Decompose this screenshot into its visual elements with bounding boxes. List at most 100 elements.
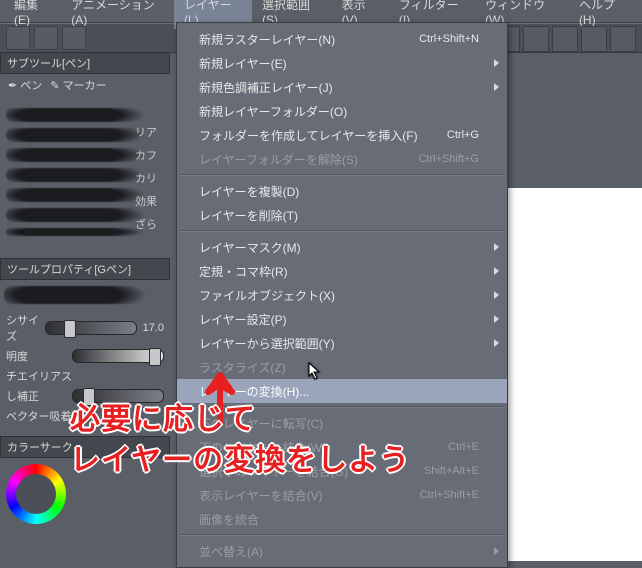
menu-separator (179, 406, 505, 408)
antialias-option[interactable] (112, 368, 128, 384)
size-slider[interactable] (45, 321, 137, 335)
menu-item-label: 新規ラスターレイヤー(N) (199, 31, 335, 48)
tab-pen[interactable]: ✒ ペン (8, 77, 42, 93)
menu-item[interactable]: 新規ラスターレイヤー(N)Ctrl+Shift+N (177, 27, 507, 51)
antialias-option[interactable] (94, 368, 110, 384)
menu-item-label: ファイルオブジェクト(X) (199, 287, 335, 304)
prop-label: チエイリアス (6, 368, 72, 384)
menu-item-label: レイヤーの変換(H)... (199, 383, 309, 400)
brush-name-fragment: カリ (135, 166, 175, 189)
menu-shortcut: Ctrl+G (447, 129, 479, 141)
menu-item[interactable]: レイヤーの変換(H)... (177, 379, 507, 403)
menu-item[interactable]: 新規レイヤー(E) (177, 51, 507, 75)
menu-item: レイヤーフォルダーを解除(S) Ctrl+Shift+G (177, 147, 507, 171)
prop-row-brightness: 明度 (0, 346, 170, 366)
menu-item-label: 新規色調補正レイヤー(J) (199, 79, 333, 96)
menu-separator (179, 174, 505, 176)
menu-item-label: レイヤーフォルダーを解除(S) (199, 151, 358, 168)
brush-size-preview (4, 286, 166, 304)
menu-item[interactable]: ファイルオブジェクト(X) (177, 283, 507, 307)
menu-item-label: フォルダーを作成してレイヤーを挿入(F) (199, 127, 418, 144)
menu-item-label: 選択中のレイヤーを結合(G) (199, 463, 348, 480)
menu-bar: 編集(E)アニメーション(A)レイヤー(L)選択範囲(S)表示(V)フィルター(… (0, 0, 642, 23)
menu-item[interactable]: レイヤー設定(P) (177, 307, 507, 331)
tool-property-title: ツールプロパティ[Gペン] (0, 258, 170, 280)
menu-shortcut: Ctrl+E (448, 441, 479, 453)
tab-marker[interactable]: ✎ マーカー (50, 77, 106, 93)
brush-name-fragment: ざら (135, 212, 175, 235)
prop-label: し補正 (6, 388, 39, 404)
stabilize-slider[interactable] (72, 389, 164, 403)
brush-name-fragment: 効果 (135, 189, 175, 212)
menu-item-label: レイヤーを削除(T) (199, 207, 298, 224)
menu-item[interactable]: 定規・コマ枠(R) (177, 259, 507, 283)
menu-separator (179, 230, 505, 232)
menu-item-label: 下のレイヤーと結合(W) (199, 439, 326, 456)
submenu-arrow-icon (494, 339, 499, 347)
menu-item[interactable]: ヘルプ(H) (569, 0, 638, 29)
color-wheel[interactable] (6, 464, 66, 524)
menu-item[interactable]: フォルダーを作成してレイヤーを挿入(F) Ctrl+G (177, 123, 507, 147)
brush-name-fragment: リア (135, 120, 175, 143)
layer-menu-dropdown: 新規ラスターレイヤー(N)Ctrl+Shift+N新規レイヤー(E) 新規色調補正… (176, 22, 508, 568)
subtool-tabs: ✒ ペン ✎ マーカー (0, 74, 170, 96)
menu-item: 選択中のレイヤーを結合(G) Shift+Alt+E (177, 459, 507, 483)
prop-row-stabilize: し補正 (0, 386, 170, 406)
subtool-panel-title: サブツール[ペン] (0, 52, 170, 74)
menu-item: 画像を統合 (177, 507, 507, 531)
prop-row-size: シサイズ 17.0 (0, 310, 170, 346)
menu-item[interactable]: 新規色調補正レイヤー(J) (177, 75, 507, 99)
menu-item[interactable]: アニメーション(A) (61, 0, 174, 29)
prop-label: 明度 (6, 348, 28, 364)
menu-item[interactable]: 新規レイヤーフォルダー(O) (177, 99, 507, 123)
prop-row-antialias: チエイリアス (0, 366, 170, 386)
menu-item-label: 画像を統合 (199, 511, 259, 528)
menu-item: 並べ替え(A) (177, 539, 507, 563)
submenu-arrow-icon (494, 547, 499, 555)
submenu-arrow-icon (494, 291, 499, 299)
toolbar-button[interactable] (62, 26, 86, 50)
menu-item-label: 下のレイヤーに転写(C) (199, 415, 323, 432)
menu-item-label: 定規・コマ枠(R) (199, 263, 288, 280)
menu-item-label: レイヤーマスク(M) (199, 239, 301, 256)
menu-item-label: レイヤーを複製(D) (199, 183, 299, 200)
menu-shortcut: Shift+Alt+E (424, 465, 479, 477)
menu-item[interactable]: レイヤーから選択範囲(Y) (177, 331, 507, 355)
toolbar-button[interactable] (523, 26, 549, 52)
menu-item-label: 並べ替え(A) (199, 543, 263, 560)
menu-item: ラスタライズ(Z) (177, 355, 507, 379)
toolbar-button[interactable] (34, 26, 58, 50)
toolbar-button[interactable] (552, 26, 578, 52)
brightness-slider[interactable] (72, 349, 164, 363)
antialias-option[interactable] (148, 368, 164, 384)
prop-label: ベクター吸着 (6, 408, 72, 424)
submenu-arrow-icon (494, 243, 499, 251)
menu-item-label: 表示レイヤーを結合(V) (199, 487, 323, 504)
menu-item-label: 新規レイヤーフォルダー(O) (199, 103, 347, 120)
menu-item-label: レイヤーから選択範囲(Y) (199, 335, 335, 352)
toolbar-button[interactable] (6, 26, 30, 50)
menu-item-label: レイヤー設定(P) (199, 311, 287, 328)
menu-item[interactable]: レイヤーを複製(D) (177, 179, 507, 203)
menu-item[interactable]: レイヤーを削除(T) (177, 203, 507, 227)
submenu-arrow-icon (494, 315, 499, 323)
menu-shortcut: Ctrl+Shift+E (420, 489, 479, 501)
menu-separator (179, 534, 505, 536)
prop-label: シサイズ (6, 312, 45, 344)
submenu-arrow-icon (494, 267, 499, 275)
menu-item-label: ラスタライズ(Z) (199, 359, 286, 376)
toolbar-right-group (494, 26, 636, 52)
size-value: 17.0 (143, 322, 164, 334)
menu-item[interactable]: 編集(E) (4, 0, 61, 29)
toolbar-button[interactable] (610, 26, 636, 52)
toolbar-button[interactable] (581, 26, 607, 52)
menu-item[interactable]: レイヤーマスク(M) (177, 235, 507, 259)
brush-side-labels: リアカフカリ効果ざら (135, 120, 175, 235)
submenu-arrow-icon (494, 59, 499, 67)
antialias-option[interactable] (130, 368, 146, 384)
menu-shortcut: Ctrl+Shift+G (418, 153, 479, 165)
prop-row-vector-snap: ベクター吸着 (0, 406, 170, 426)
brush-name-fragment: カフ (135, 143, 175, 166)
menu-item: 下のレイヤーに転写(C) (177, 411, 507, 435)
menu-item: 表示レイヤーを結合(V) Ctrl+Shift+E (177, 483, 507, 507)
